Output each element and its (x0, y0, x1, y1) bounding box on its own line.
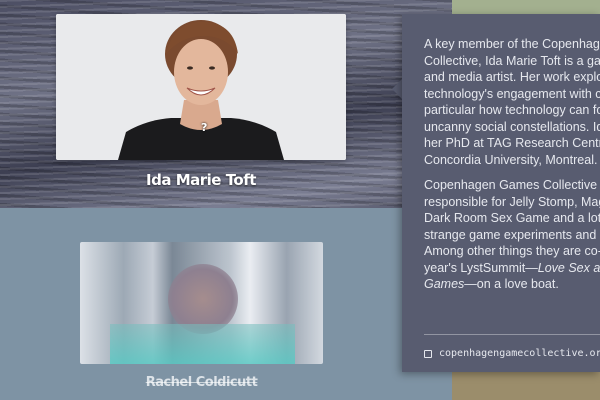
bio-italic-event: Love Sex and F (537, 260, 600, 275)
panel-pointer (392, 79, 402, 99)
panel-divider (424, 334, 600, 335)
bio-line: Copenhagen Games Collective are (424, 178, 600, 192)
bio-line: Collective, Ida Marie Toft is a game (424, 53, 600, 68)
bio-line: A key member of the Copenhagen (424, 37, 600, 51)
bio-line: Dark Room Sex Game and a lot of (424, 211, 600, 225)
speaker-portrait-image (56, 14, 346, 160)
help-cursor-icon: ? (201, 121, 208, 134)
bio-line-tail: —on a love boat. (464, 277, 559, 291)
speaker-photo-ida[interactable] (56, 14, 346, 160)
website-link-text[interactable]: copenhagengamecollective.org (439, 348, 600, 359)
bio-line: Concordia University, Montreal. (424, 152, 598, 167)
website-link[interactable]: copenhagengamecollective.org (424, 348, 600, 359)
bio-line: Among other things they are co-c (424, 244, 600, 258)
bio-line: technology's engagement with cul (424, 86, 600, 101)
speaker-photo-rachel[interactable] (80, 242, 323, 364)
bio-line: year's LystSummit— (424, 260, 538, 275)
right-color-strip-bottom (452, 370, 600, 400)
blurred-shirt (110, 324, 295, 364)
bio-line: her PhD at TAG Research Centre (424, 136, 600, 150)
bio-line: and media artist. Her work explore (424, 70, 600, 84)
bio-paragraph-2: Copenhagen Games Collective are responsi… (424, 177, 600, 293)
bio-line: uncanny social constellations. Ida i (424, 119, 600, 134)
speaker-name[interactable]: Ida Marie Toft (56, 171, 346, 189)
speaker-bio-panel: A key member of the Copenhagen Collectiv… (402, 14, 600, 372)
bio-line: strange game experiments and pro (424, 227, 600, 242)
bio-text: A key member of the Copenhagen Collectiv… (424, 36, 600, 302)
bio-line: particular how technology can fost (424, 103, 600, 117)
bio-paragraph-1: A key member of the Copenhagen Collectiv… (424, 36, 600, 168)
speaker-name[interactable]: Rachel Coldicutt (80, 375, 323, 390)
bio-italic-event-end: Games (424, 277, 465, 291)
external-link-icon (424, 349, 432, 358)
bio-line: responsible for Jelly Stomp, Magne (424, 194, 600, 209)
